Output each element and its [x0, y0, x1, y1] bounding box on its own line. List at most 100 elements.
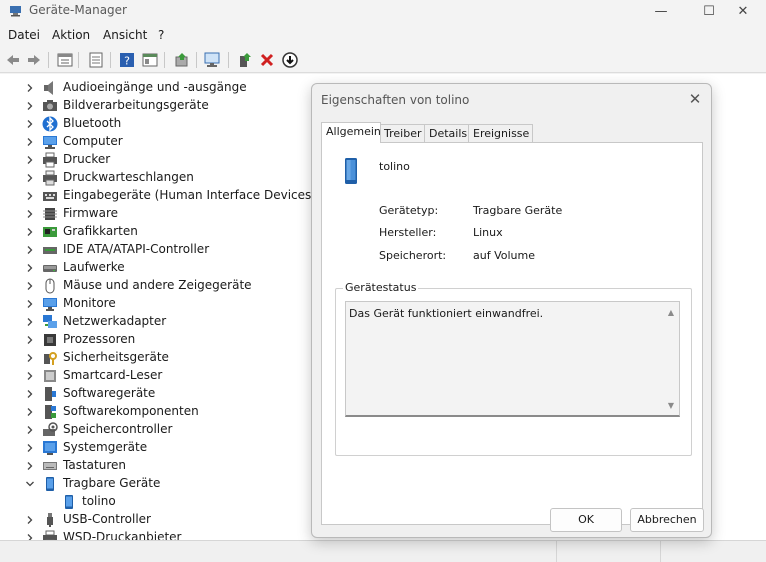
- cancel-button[interactable]: Abbrechen: [630, 508, 704, 532]
- chevron-right-icon[interactable]: [25, 371, 35, 381]
- device-type-label: Gerätetyp:: [379, 204, 439, 217]
- chevron-right-icon[interactable]: [25, 245, 35, 255]
- tree-category-item[interactable]: Bildverarbeitungsgeräte: [0, 97, 300, 115]
- properties-icon[interactable]: [56, 51, 74, 69]
- chevron-right-icon[interactable]: [25, 389, 35, 399]
- tree-category-item[interactable]: Tragbare Geräte: [0, 475, 300, 493]
- system-device-icon: [43, 441, 57, 455]
- chevron-right-icon[interactable]: [25, 227, 35, 237]
- device-status-text: Das Gerät funktioniert einwandfrei.: [349, 307, 544, 320]
- tab-treiber[interactable]: Treiber: [379, 124, 425, 143]
- tree-category-item[interactable]: Sicherheitsgeräte: [0, 349, 300, 367]
- chevron-right-icon[interactable]: [25, 515, 35, 525]
- window-title: Geräte-Manager: [29, 3, 127, 17]
- tree-category-item[interactable]: USB-Controller: [0, 511, 300, 529]
- chevron-right-icon[interactable]: [25, 461, 35, 471]
- chevron-right-icon[interactable]: [25, 137, 35, 147]
- firmware-icon: [43, 208, 57, 220]
- tree-item-label: IDE ATA/ATAPI-Controller: [63, 242, 210, 256]
- update-driver-icon[interactable]: [173, 51, 191, 69]
- hid-icon: [43, 192, 57, 201]
- tree-category-item[interactable]: Laufwerke: [0, 259, 300, 277]
- dialog-close-button[interactable]: ✕: [686, 90, 704, 108]
- uninstall-icon[interactable]: [258, 51, 276, 69]
- menu-help[interactable]: ?: [158, 28, 164, 42]
- status-divider: [660, 541, 661, 562]
- tree-category-item[interactable]: Speichercontroller: [0, 421, 300, 439]
- bluetooth-icon: [42, 116, 58, 132]
- device-status-textbox[interactable]: Das Gerät funktioniert einwandfrei. ▲ ▼: [345, 301, 680, 417]
- tree-category-item[interactable]: WSD-Druckanbieter: [0, 529, 300, 540]
- ok-button[interactable]: OK: [550, 508, 622, 532]
- disable-device-icon[interactable]: [281, 51, 299, 69]
- menu-ansicht[interactable]: Ansicht: [103, 28, 147, 42]
- speaker-icon: [44, 81, 53, 95]
- chevron-right-icon[interactable]: [25, 299, 35, 309]
- chevron-right-icon[interactable]: [25, 281, 35, 291]
- chevron-right-icon[interactable]: [25, 101, 35, 111]
- chevron-right-icon[interactable]: [25, 119, 35, 129]
- portable-device-icon: [46, 477, 54, 491]
- tree-device-item[interactable]: tolino: [0, 493, 300, 511]
- tree-category-item[interactable]: IDE ATA/ATAPI-Controller: [0, 241, 300, 259]
- tree-category-item[interactable]: Monitore: [0, 295, 300, 313]
- tree-item-label: Tragbare Geräte: [63, 476, 161, 490]
- tree-category-item[interactable]: Drucker: [0, 151, 300, 169]
- back-arrow-icon[interactable]: [4, 51, 22, 69]
- chevron-right-icon[interactable]: [25, 191, 35, 201]
- chevron-right-icon[interactable]: [25, 209, 35, 219]
- tree-category-item[interactable]: Grafikkarten: [0, 223, 300, 241]
- chevron-right-icon[interactable]: [25, 263, 35, 273]
- camera-icon: [43, 100, 57, 111]
- chevron-right-icon[interactable]: [25, 335, 35, 345]
- tree-category-item[interactable]: Softwaregeräte: [0, 385, 300, 403]
- software-device-icon: [45, 387, 56, 401]
- close-window-button[interactable]: ✕: [720, 0, 766, 22]
- tree-category-item[interactable]: Bluetooth: [0, 115, 300, 133]
- help-icon[interactable]: ?: [118, 51, 136, 69]
- tree-category-item[interactable]: Mäuse und andere Zeigegeräte: [0, 277, 300, 295]
- device-status-legend: Gerätestatus: [343, 281, 419, 294]
- tree-category-item[interactable]: Audioeingänge und -ausgänge: [0, 79, 300, 97]
- tree-category-item[interactable]: Firmware: [0, 205, 300, 223]
- chevron-down-icon[interactable]: [25, 479, 35, 489]
- enable-device-icon[interactable]: [236, 51, 254, 69]
- tree-category-item[interactable]: Prozessoren: [0, 331, 300, 349]
- chevron-right-icon[interactable]: [25, 155, 35, 165]
- tree-category-item[interactable]: Systemgeräte: [0, 439, 300, 457]
- chevron-right-icon[interactable]: [25, 533, 35, 540]
- tree-category-item[interactable]: Tastaturen: [0, 457, 300, 475]
- list-icon[interactable]: [87, 51, 105, 69]
- view-icon[interactable]: [141, 51, 159, 69]
- tab-details[interactable]: Details: [424, 124, 470, 143]
- tree-item-label: Tastaturen: [63, 458, 126, 472]
- minimize-button[interactable]: —: [638, 0, 684, 22]
- forward-arrow-icon[interactable]: [25, 51, 43, 69]
- chevron-right-icon[interactable]: [25, 425, 35, 435]
- chevron-right-icon[interactable]: [25, 443, 35, 453]
- device-name: tolino: [379, 160, 410, 173]
- properties-dialog: Eigenschaften von tolino ✕ Allgemein Tre…: [311, 83, 712, 538]
- scroll-up-icon[interactable]: ▲: [666, 308, 676, 317]
- chevron-right-icon[interactable]: [25, 173, 35, 183]
- chevron-right-icon[interactable]: [25, 407, 35, 417]
- chevron-right-icon[interactable]: [25, 317, 35, 327]
- scroll-down-icon[interactable]: ▼: [666, 401, 676, 410]
- title-bar: Geräte-Manager — ☐ ✕: [0, 0, 766, 22]
- tree-category-item[interactable]: Softwarekomponenten: [0, 403, 300, 421]
- tree-category-item[interactable]: Smartcard-Leser: [0, 367, 300, 385]
- tree-item-label: Softwarekomponenten: [63, 404, 199, 418]
- tree-category-item[interactable]: Eingabegeräte (Human Interface Devices): [0, 187, 316, 205]
- tree-category-item[interactable]: Computer: [0, 133, 300, 151]
- menu-aktion[interactable]: Aktion: [52, 28, 90, 42]
- tab-allgemein[interactable]: Allgemein: [321, 122, 381, 143]
- tree-category-item[interactable]: Netzwerkadapter: [0, 313, 300, 331]
- tree-category-item[interactable]: Druckwarteschlangen: [0, 169, 300, 187]
- print-queue-icon: [43, 170, 57, 186]
- chevron-right-icon[interactable]: [25, 353, 35, 363]
- tab-ereignisse[interactable]: Ereignisse: [468, 124, 533, 143]
- scan-hardware-icon[interactable]: [204, 51, 222, 69]
- menu-datei[interactable]: Datei: [8, 28, 40, 42]
- toolbar-separator: [164, 52, 165, 68]
- chevron-right-icon[interactable]: [25, 83, 35, 93]
